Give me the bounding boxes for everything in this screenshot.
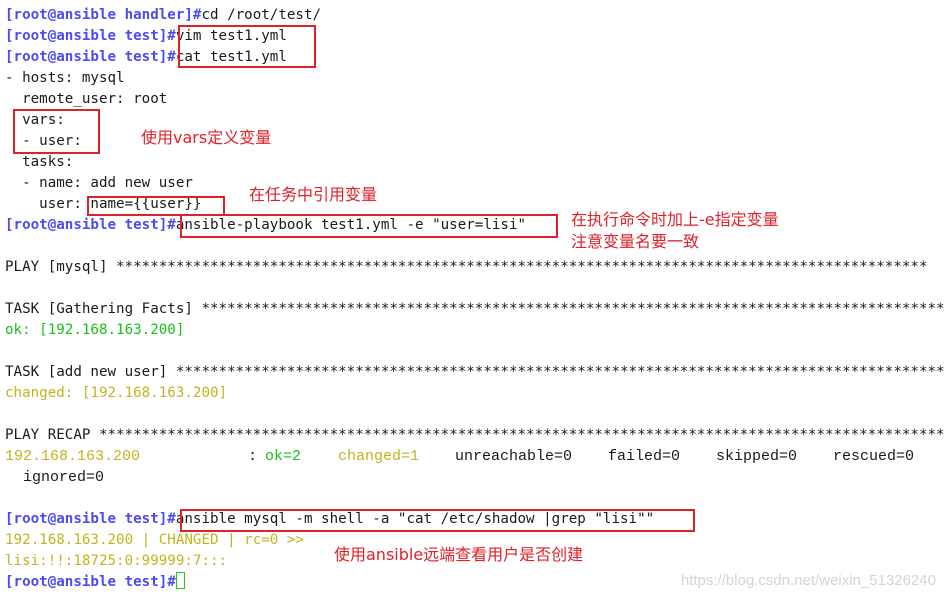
highlight-box-adhoc [180, 509, 695, 532]
yaml-user-key: user: [5, 196, 91, 212]
recap-ok: ok=2 [265, 448, 302, 465]
watermark: https://blog.csdn.net/weixin_51326240 [680, 572, 936, 589]
recap-ignored: ignored=0 [23, 469, 105, 486]
text-cursor[interactable] [175, 572, 185, 589]
recap-header: PLAY RECAP *****************************… [5, 427, 944, 443]
task-header: TASK [Gathering Facts] *****************… [5, 301, 944, 317]
annotation-cmd-2: 注意变量名要一致 [571, 232, 700, 251]
annotation-cmd-1: 在执行命令时加上-e指定变量 [571, 210, 779, 229]
play-header: PLAY [mysql] ***************************… [5, 259, 928, 275]
yaml-line: - hosts: mysql [5, 70, 125, 86]
shell-prompt: [root@ansible test]# [5, 28, 176, 44]
recap-unreachable: unreachable=0 [455, 448, 573, 465]
recap-failed: failed=0 [608, 448, 681, 465]
shell-prompt: [root@ansible test]# [5, 511, 176, 527]
shell-prompt: [root@ansible handler]# [5, 7, 202, 23]
adhoc-status: 192.168.163.200 | CHANGED | rc=0 >> [5, 532, 304, 548]
highlight-box-vim-cat [178, 25, 316, 68]
recap-rescued: rescued=0 [833, 448, 915, 465]
annotation-task: 在任务中引用变量 [249, 185, 378, 204]
shell-prompt: [root@ansible test]# [5, 49, 176, 65]
adhoc-output: lisi:!!:18725:0:99999:7::: [5, 553, 228, 569]
terminal-line: [root@ansible handler]#cd /root/test/ [5, 5, 321, 26]
recap-changed: changed=1 [338, 448, 420, 465]
recap-host: 192.168.163.200 [5, 448, 141, 465]
task-result-ok: ok: [192.168.163.200] [5, 322, 185, 338]
annotation-vars: 使用vars定义变量 [141, 128, 272, 147]
annotation-adhoc: 使用ansible远端查看用户是否创建 [334, 545, 584, 564]
highlight-box-vars [13, 109, 100, 154]
shell-prompt: [root@ansible test]# [5, 217, 176, 233]
highlight-box-playbook [180, 214, 558, 238]
yaml-line: tasks: [5, 154, 74, 170]
task-header: TASK [add new user] ********************… [5, 364, 944, 380]
shell-prompt: [root@ansible test]# [5, 574, 176, 590]
terminal-line: [root@ansible test]# [5, 572, 185, 593]
highlight-box-user-value [87, 196, 225, 216]
recap-colon: : [248, 448, 258, 465]
task-result-changed: changed: [192.168.163.200] [5, 385, 228, 401]
yaml-line: - name: add new user [5, 175, 193, 191]
yaml-line: remote_user: root [5, 91, 168, 107]
recap-skipped: skipped=0 [716, 448, 798, 465]
command-cd: cd /root/test/ [201, 7, 322, 23]
